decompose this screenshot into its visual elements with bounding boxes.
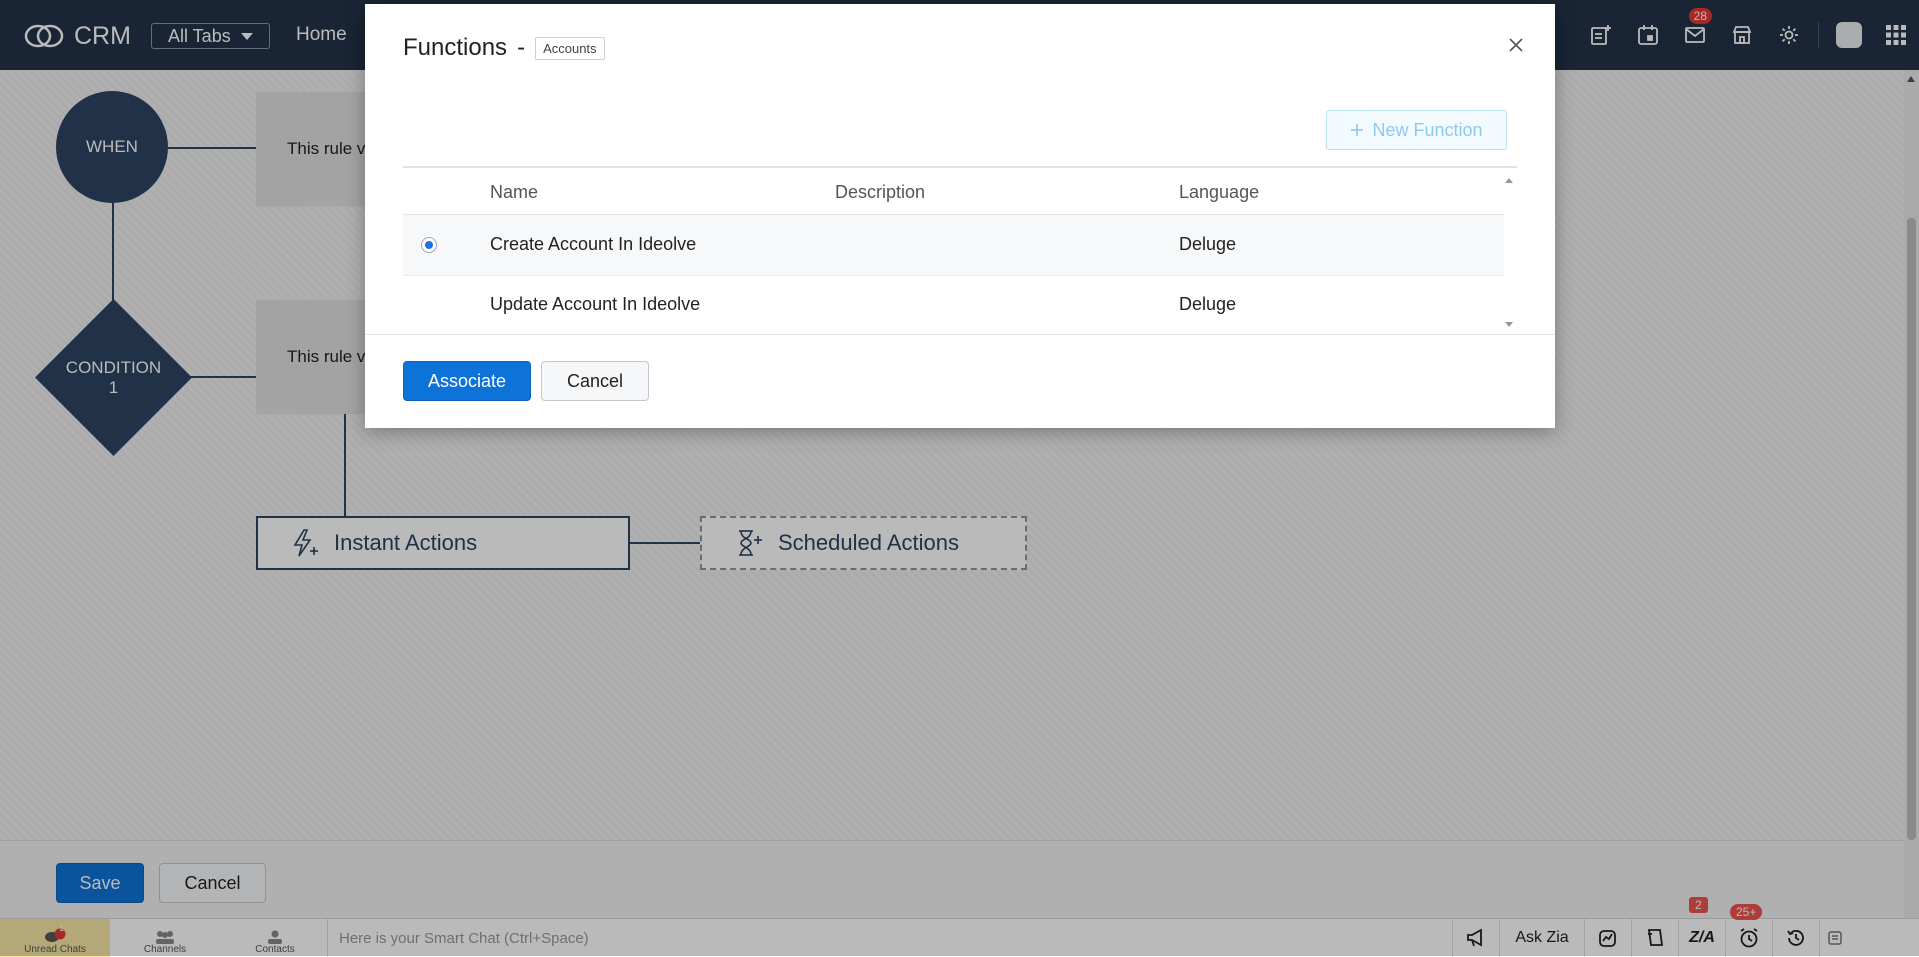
close-icon: [1509, 38, 1523, 52]
dialog-cancel-button[interactable]: Cancel: [541, 361, 649, 401]
close-button[interactable]: [1505, 34, 1527, 56]
module-chip: Accounts: [535, 36, 605, 60]
function-name: Create Account In Ideolve: [490, 234, 697, 254]
column-header-name[interactable]: Name: [490, 182, 538, 203]
table-scroll-down-icon[interactable]: [1505, 322, 1513, 327]
table-header: Name Description Language: [403, 168, 1504, 216]
row-radio-selected[interactable]: [421, 237, 437, 253]
functions-dialog: Functions - Accounts New Function Name D…: [365, 4, 1555, 428]
associate-button[interactable]: Associate: [403, 361, 531, 401]
function-language: Deluge: [1179, 294, 1237, 314]
new-function-button[interactable]: New Function: [1326, 110, 1507, 150]
column-header-description[interactable]: Description: [835, 182, 925, 203]
function-name: Update Account In Ideolve: [490, 294, 701, 314]
table-row[interactable]: Update Account In Ideolve Deluge: [403, 275, 1504, 333]
dialog-title: Functions - Accounts: [403, 34, 605, 62]
title-separator: -: [517, 34, 526, 61]
dialog-title-text: Functions: [403, 34, 508, 61]
table-scroll-up-icon[interactable]: [1505, 178, 1513, 183]
new-function-label: New Function: [1372, 119, 1483, 140]
plus-icon: [1351, 124, 1364, 136]
column-header-language[interactable]: Language: [1179, 182, 1259, 203]
dialog-footer: Associate Cancel: [365, 334, 1555, 429]
table-row[interactable]: Create Account In Ideolve Deluge: [403, 215, 1504, 276]
function-language: Deluge: [1179, 234, 1237, 254]
functions-table: Name Description Language Create Account…: [403, 166, 1517, 333]
